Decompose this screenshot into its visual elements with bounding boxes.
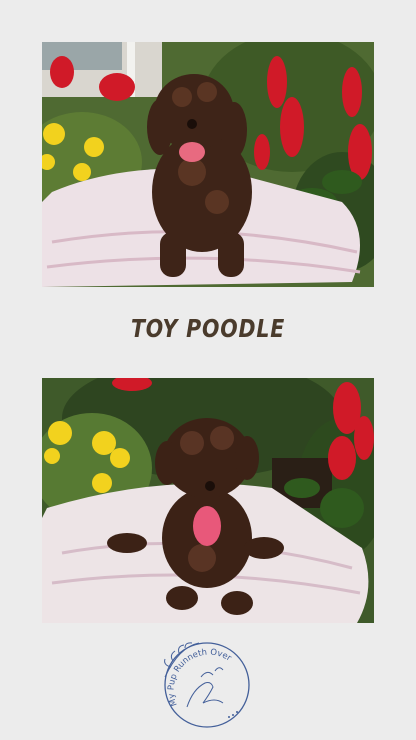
puppy-photo-top [42,42,374,287]
puppy-photo-bottom-image [42,378,374,623]
puppy-photo-top-image [42,42,374,287]
puppy-photo-bottom [42,378,374,623]
hand-and-paw-logo-icon: My Pup Runneth Over [164,642,250,728]
brand-logo: My Pup Runneth Over [159,637,253,731]
page-title: TOY POODLE [130,314,286,343]
